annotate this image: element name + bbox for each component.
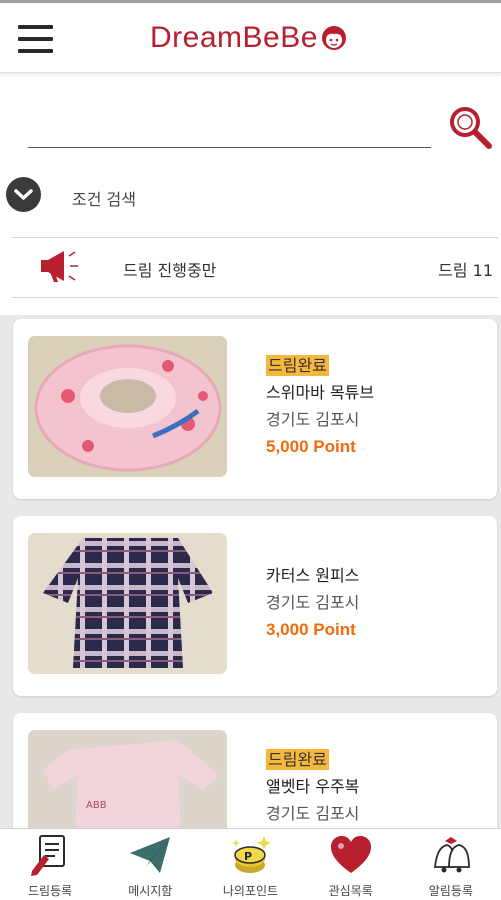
nav-label: 메시지함 [128,884,173,898]
nav-my-points[interactable]: P 나의포인트 [200,829,300,900]
nav-label: 드림등록 [28,884,73,898]
item-price: 5,000 Point [266,437,356,456]
dream-in-progress-filter[interactable]: 드림 진행중만 [123,257,216,281]
paper-plane-icon [130,837,171,873]
nav-wishlist[interactable]: 관심목록 [301,829,401,900]
point-coin-icon: P [232,836,272,873]
search-icon[interactable] [447,104,493,150]
item-image [28,336,227,477]
divider [12,297,498,298]
item-image: ABB [28,730,227,830]
nav-dream-register[interactable]: 드림등록 [0,829,100,900]
item-location: 경기도 김포시 [266,593,360,612]
logo-text: DreamBeBe [150,21,318,54]
divider [12,237,498,238]
dream-complete-badge: 드림완료 [266,749,329,770]
svg-text:ABB: ABB [86,800,107,811]
menu-icon[interactable] [18,23,53,55]
app-logo[interactable]: DreamBeBe [150,17,348,59]
item-price: 3,000 Point [266,620,356,639]
list-item[interactable]: ABB 드림완료 앨벳타 우주복 경기도 김포시 [13,713,497,830]
nav-messages[interactable]: 메시지함 [100,829,200,900]
nav-label: 나의포인트 [222,884,279,898]
dream-filter-row: 드림 진행중만 드림 11 [0,240,501,295]
nav-alert-register[interactable]: 알림등록 [401,829,501,900]
condition-search-label: 조건 검색 [72,190,136,209]
bottom-navigation: 드림등록 메시지함 P 나의포인트 관심목록 알림등록 [0,828,501,900]
document-pen-icon [31,835,66,876]
svg-text:P: P [244,850,252,863]
item-image [28,533,227,674]
item-location: 경기도 김포시 [266,804,360,823]
app-header: DreamBeBe [0,3,501,73]
item-list: 드림완료 스위마바 목튜브 경기도 김포시 5,000 Point 카터스 원피… [0,315,501,830]
dream-complete-badge: 드림완료 [266,355,329,376]
item-title: 스위마바 목튜브 [266,383,375,402]
bell-icon [433,837,470,873]
search-bar [0,90,501,160]
item-title: 카터스 원피스 [266,566,360,585]
list-item[interactable]: 카터스 원피스 경기도 김포시 3,000 Point [13,516,497,696]
heart-icon [330,836,371,873]
item-title: 앨벳타 우주복 [266,777,360,796]
megaphone-icon [41,251,78,282]
chevron-down-icon[interactable] [6,177,41,212]
nav-label: 알림등록 [428,884,473,898]
dream-count: 드림 11 [438,261,493,280]
list-item[interactable]: 드림완료 스위마바 목튜브 경기도 김포시 5,000 Point [13,319,497,499]
logo-face-icon [321,26,346,50]
search-input[interactable] [28,108,431,148]
item-location: 경기도 김포시 [266,410,360,429]
nav-label: 관심목록 [328,884,373,898]
condition-search-toggle[interactable]: 조건 검색 [0,170,501,220]
